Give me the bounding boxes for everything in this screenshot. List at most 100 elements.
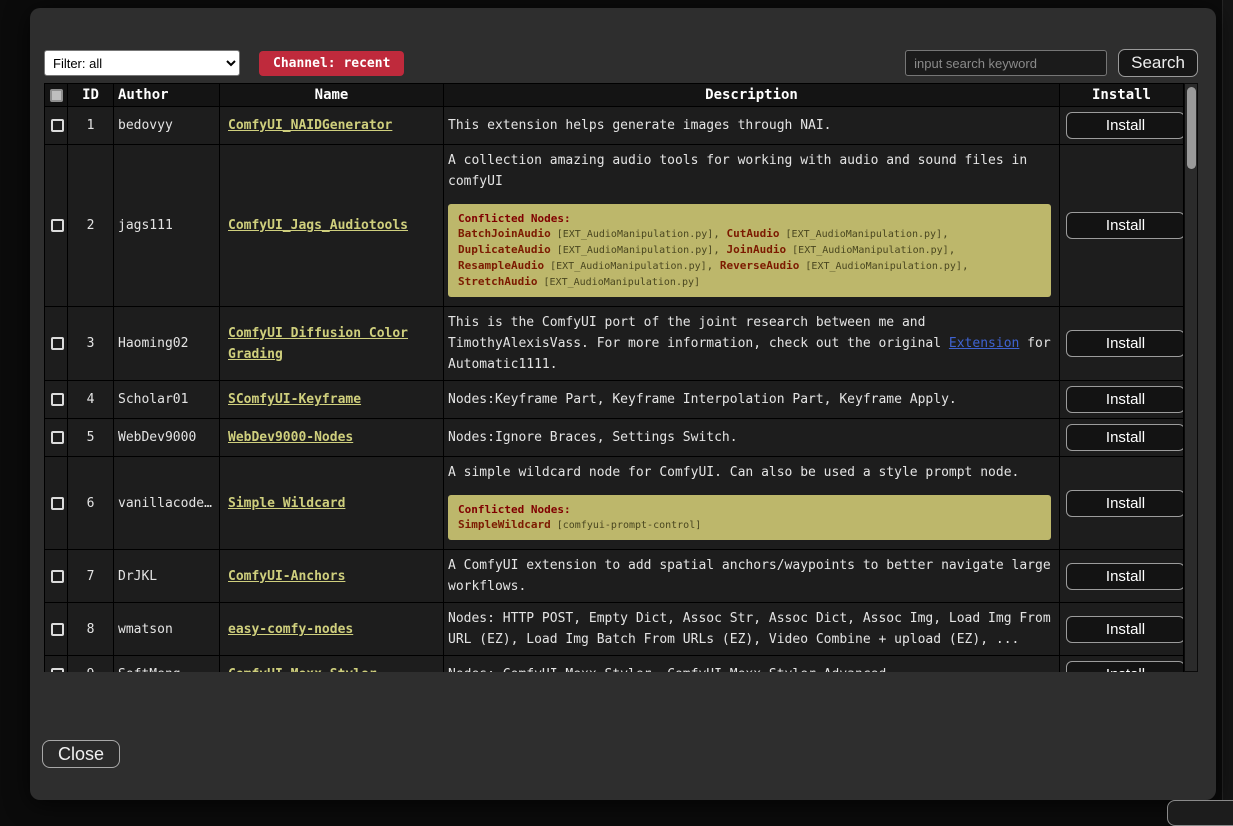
row-name-cell: ComfyUI-Anchors [220, 550, 444, 603]
install-button[interactable]: Install [1066, 112, 1184, 139]
conflict-node-name: SimpleWildcard [458, 518, 551, 531]
row-select-cell [45, 145, 68, 307]
scrollbar-thumb[interactable] [1187, 87, 1196, 169]
header-install: Install [1060, 84, 1184, 107]
header-name: Name [220, 84, 444, 107]
row-checkbox[interactable] [51, 119, 64, 132]
install-button[interactable]: Install [1066, 661, 1184, 672]
row-description: This is the ComfyUI port of the joint re… [444, 307, 1060, 381]
extension-name-link[interactable]: ComfyUI_Mexx_Styler [228, 667, 377, 672]
extension-name-link[interactable]: ComfyUI Diffusion Color Grading [228, 326, 408, 362]
conflict-title: Conflicted Nodes: [458, 211, 1041, 226]
table-row: 8wmatsoneasy-comfy-nodesNodes: HTTP POST… [45, 603, 1184, 656]
cutoff-button[interactable] [1167, 800, 1233, 826]
install-button[interactable]: Install [1066, 424, 1184, 451]
conflict-node-ref: [EXT_AudioManipulation.py] [544, 261, 707, 272]
row-author: WebDev9000 [114, 419, 220, 457]
row-install-cell: Install [1060, 656, 1184, 673]
row-author: jags111 [114, 145, 220, 307]
table-row: 7DrJKLComfyUI-AnchorsA ComfyUI extension… [45, 550, 1184, 603]
table-body: 1bedovyyComfyUI_NAIDGeneratorThis extens… [45, 107, 1184, 673]
conflict-node-list: SimpleWildcard [comfyui-prompt-control] [458, 517, 1041, 533]
row-select-cell [45, 307, 68, 381]
row-author: vanillacode… [114, 457, 220, 550]
row-id: 2 [68, 145, 114, 307]
row-name-cell: SComfyUI-Keyframe [220, 381, 444, 419]
conflict-node-ref: [EXT_AudioManipulation.py] [799, 261, 962, 272]
header-description: Description [444, 84, 1060, 107]
conflict-node-name: ReverseAudio [720, 259, 799, 272]
conflict-title: Conflicted Nodes: [458, 502, 1041, 517]
conflict-warning-box: Conflicted Nodes:BatchJoinAudio [EXT_Aud… [448, 204, 1051, 297]
conflict-node-ref: [EXT_AudioManipulation.py] [551, 245, 714, 256]
row-checkbox[interactable] [51, 623, 64, 636]
row-select-cell [45, 656, 68, 673]
conflict-node-ref: [EXT_AudioManipulation.py] [786, 245, 949, 256]
install-button[interactable]: Install [1066, 490, 1184, 517]
search-input[interactable] [905, 50, 1107, 76]
row-description: A collection amazing audio tools for wor… [444, 145, 1060, 307]
select-all-checkbox[interactable] [50, 89, 63, 102]
row-id: 9 [68, 656, 114, 673]
extension-name-link[interactable]: ComfyUI_NAIDGenerator [228, 118, 392, 133]
row-checkbox[interactable] [51, 431, 64, 444]
extension-name-link[interactable]: Simple Wildcard [228, 496, 345, 511]
filter-select[interactable]: Filter: all [44, 50, 240, 76]
row-description: A ComfyUI extension to add spatial ancho… [444, 550, 1060, 603]
row-select-cell [45, 107, 68, 145]
conflict-warning-box: Conflicted Nodes:SimpleWildcard [comfyui… [448, 495, 1051, 540]
row-id: 6 [68, 457, 114, 550]
extension-name-link[interactable]: SComfyUI-Keyframe [228, 392, 361, 407]
row-name-cell: ComfyUI_NAIDGenerator [220, 107, 444, 145]
row-checkbox[interactable] [51, 497, 64, 510]
extensions-table: ID Author Name Description Install 1bedo… [44, 83, 1184, 672]
table-scrollbar[interactable] [1184, 83, 1198, 672]
conflict-node-ref: [EXT_AudioManipulation.py] [537, 277, 700, 288]
install-button[interactable]: Install [1066, 212, 1184, 239]
conflict-node-name: JoinAudio [727, 243, 787, 256]
row-name-cell: Simple Wildcard [220, 457, 444, 550]
row-checkbox[interactable] [51, 337, 64, 350]
conflict-node-name: CutAudio [727, 227, 780, 240]
install-button[interactable]: Install [1066, 330, 1184, 357]
row-checkbox[interactable] [51, 668, 64, 672]
row-checkbox[interactable] [51, 219, 64, 232]
extension-name-link[interactable]: ComfyUI-Anchors [228, 569, 345, 584]
extension-name-link[interactable]: easy-comfy-nodes [228, 622, 353, 637]
table-row: 3Haoming02ComfyUI Diffusion Color Gradin… [45, 307, 1184, 381]
toolbar: Filter: all Channel: recent Search [44, 46, 1198, 80]
row-install-cell: Install [1060, 550, 1184, 603]
row-checkbox[interactable] [51, 393, 64, 406]
row-description: Nodes: ComfyUI Mexx Styler, ComfyUI Mexx… [444, 656, 1060, 673]
row-install-cell: Install [1060, 603, 1184, 656]
row-select-cell [45, 603, 68, 656]
extension-name-link[interactable]: WebDev9000-Nodes [228, 430, 353, 445]
install-button[interactable]: Install [1066, 563, 1184, 590]
install-button[interactable]: Install [1066, 386, 1184, 413]
extensions-table-wrap: ID Author Name Description Install 1bedo… [44, 83, 1198, 672]
table-row: 1bedovyyComfyUI_NAIDGeneratorThis extens… [45, 107, 1184, 145]
header-id: ID [68, 84, 114, 107]
row-install-cell: Install [1060, 307, 1184, 381]
row-checkbox[interactable] [51, 570, 64, 583]
close-button[interactable]: Close [42, 740, 120, 768]
conflict-node-name: ResampleAudio [458, 259, 544, 272]
row-author: Haoming02 [114, 307, 220, 381]
extension-name-link[interactable]: ComfyUI_Jags_Audiotools [228, 218, 408, 233]
table-row: 5WebDev9000WebDev9000-NodesNodes:Ignore … [45, 419, 1184, 457]
row-install-cell: Install [1060, 419, 1184, 457]
description-link[interactable]: Extension [949, 336, 1019, 351]
row-name-cell: WebDev9000-Nodes [220, 419, 444, 457]
background-edge-strip [1222, 0, 1233, 815]
select-all-cell [45, 84, 68, 107]
row-id: 3 [68, 307, 114, 381]
row-name-cell: easy-comfy-nodes [220, 603, 444, 656]
row-install-cell: Install [1060, 145, 1184, 307]
install-button[interactable]: Install [1066, 616, 1184, 643]
conflict-node-ref: [EXT_AudioManipulation.py] [780, 229, 943, 240]
row-id: 1 [68, 107, 114, 145]
search-button[interactable]: Search [1118, 49, 1198, 77]
conflict-node-name: StretchAudio [458, 275, 537, 288]
row-description: Nodes:Ignore Braces, Settings Switch. [444, 419, 1060, 457]
table-row: 9SoftMengComfyUI_Mexx_StylerNodes: Comfy… [45, 656, 1184, 673]
